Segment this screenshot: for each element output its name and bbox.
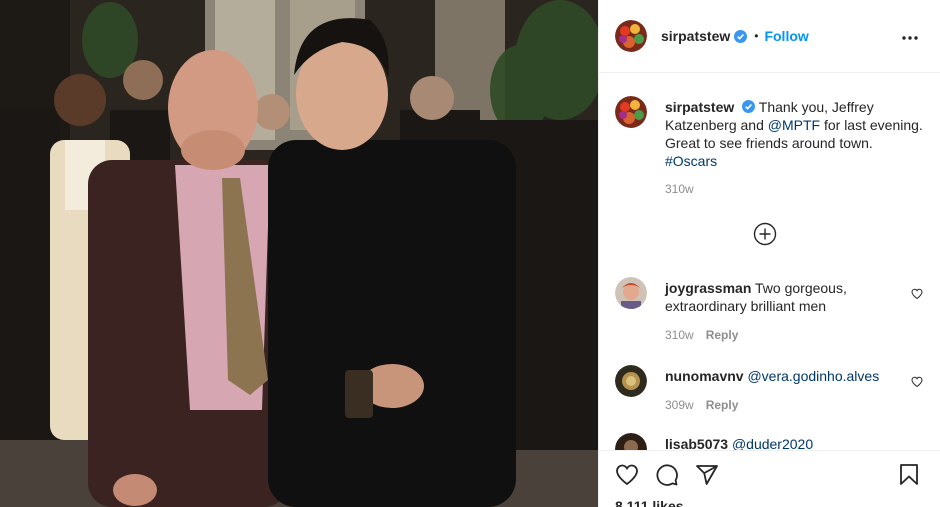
like-comment-heart-icon[interactable] bbox=[911, 287, 923, 300]
commenter-avatar[interactable] bbox=[615, 277, 647, 309]
likes-count[interactable]: 8,111 likes bbox=[615, 498, 684, 507]
plus-circle-icon[interactable] bbox=[753, 222, 777, 246]
comment-meta: 310w Reply bbox=[665, 328, 738, 342]
post-photo[interactable] bbox=[0, 0, 598, 507]
more-options-icon[interactable] bbox=[901, 28, 919, 46]
instagram-post: sirpatstew • Follow sirpatstew Thank you… bbox=[0, 0, 940, 507]
share-icon[interactable] bbox=[695, 463, 719, 487]
post-sidebar: sirpatstew • Follow sirpatstew Thank you… bbox=[598, 0, 940, 507]
separator-dot: • bbox=[754, 29, 759, 43]
comment-text: joygrassman Two gorgeous, extraordinary … bbox=[665, 279, 880, 315]
commenter-username[interactable]: joygrassman bbox=[665, 280, 751, 296]
caption-mention[interactable]: @MPTF bbox=[768, 117, 820, 133]
post-header: sirpatstew • Follow bbox=[599, 0, 940, 73]
caption-username[interactable]: sirpatstew bbox=[665, 99, 734, 115]
comment-meta: 309w Reply bbox=[665, 398, 738, 412]
verified-badge-icon bbox=[734, 29, 748, 43]
post-actions: 8,111 likes bbox=[599, 450, 940, 507]
commenter-username[interactable]: nunomavnv bbox=[665, 368, 744, 384]
author-avatar[interactable] bbox=[615, 20, 647, 52]
caption-hashtag[interactable]: #Oscars bbox=[665, 153, 717, 169]
verified-badge-icon bbox=[742, 99, 756, 113]
caption-author-avatar[interactable] bbox=[615, 96, 647, 128]
commenter-avatar[interactable] bbox=[615, 365, 647, 397]
follow-button[interactable]: Follow bbox=[764, 28, 808, 44]
like-comment-heart-icon[interactable] bbox=[911, 375, 923, 388]
reply-button[interactable]: Reply bbox=[706, 398, 739, 412]
caption-timestamp[interactable]: 310w bbox=[665, 182, 694, 196]
comment-timestamp[interactable]: 310w bbox=[665, 328, 694, 342]
reply-button[interactable]: Reply bbox=[706, 328, 739, 342]
comment-mention[interactable]: @vera.godinho.alves bbox=[747, 368, 879, 384]
comment-icon[interactable] bbox=[655, 463, 679, 487]
photo-illustration bbox=[0, 0, 598, 507]
heart-icon[interactable] bbox=[615, 463, 639, 487]
author-username[interactable]: sirpatstew bbox=[661, 28, 730, 44]
bookmark-icon[interactable] bbox=[897, 463, 921, 487]
comment-text: nunomavnv @vera.godinho.alves bbox=[665, 367, 880, 385]
caption-text: sirpatstew Thank you, Jeffrey Katzenberg… bbox=[665, 98, 925, 170]
comment-timestamp[interactable]: 309w bbox=[665, 398, 694, 412]
